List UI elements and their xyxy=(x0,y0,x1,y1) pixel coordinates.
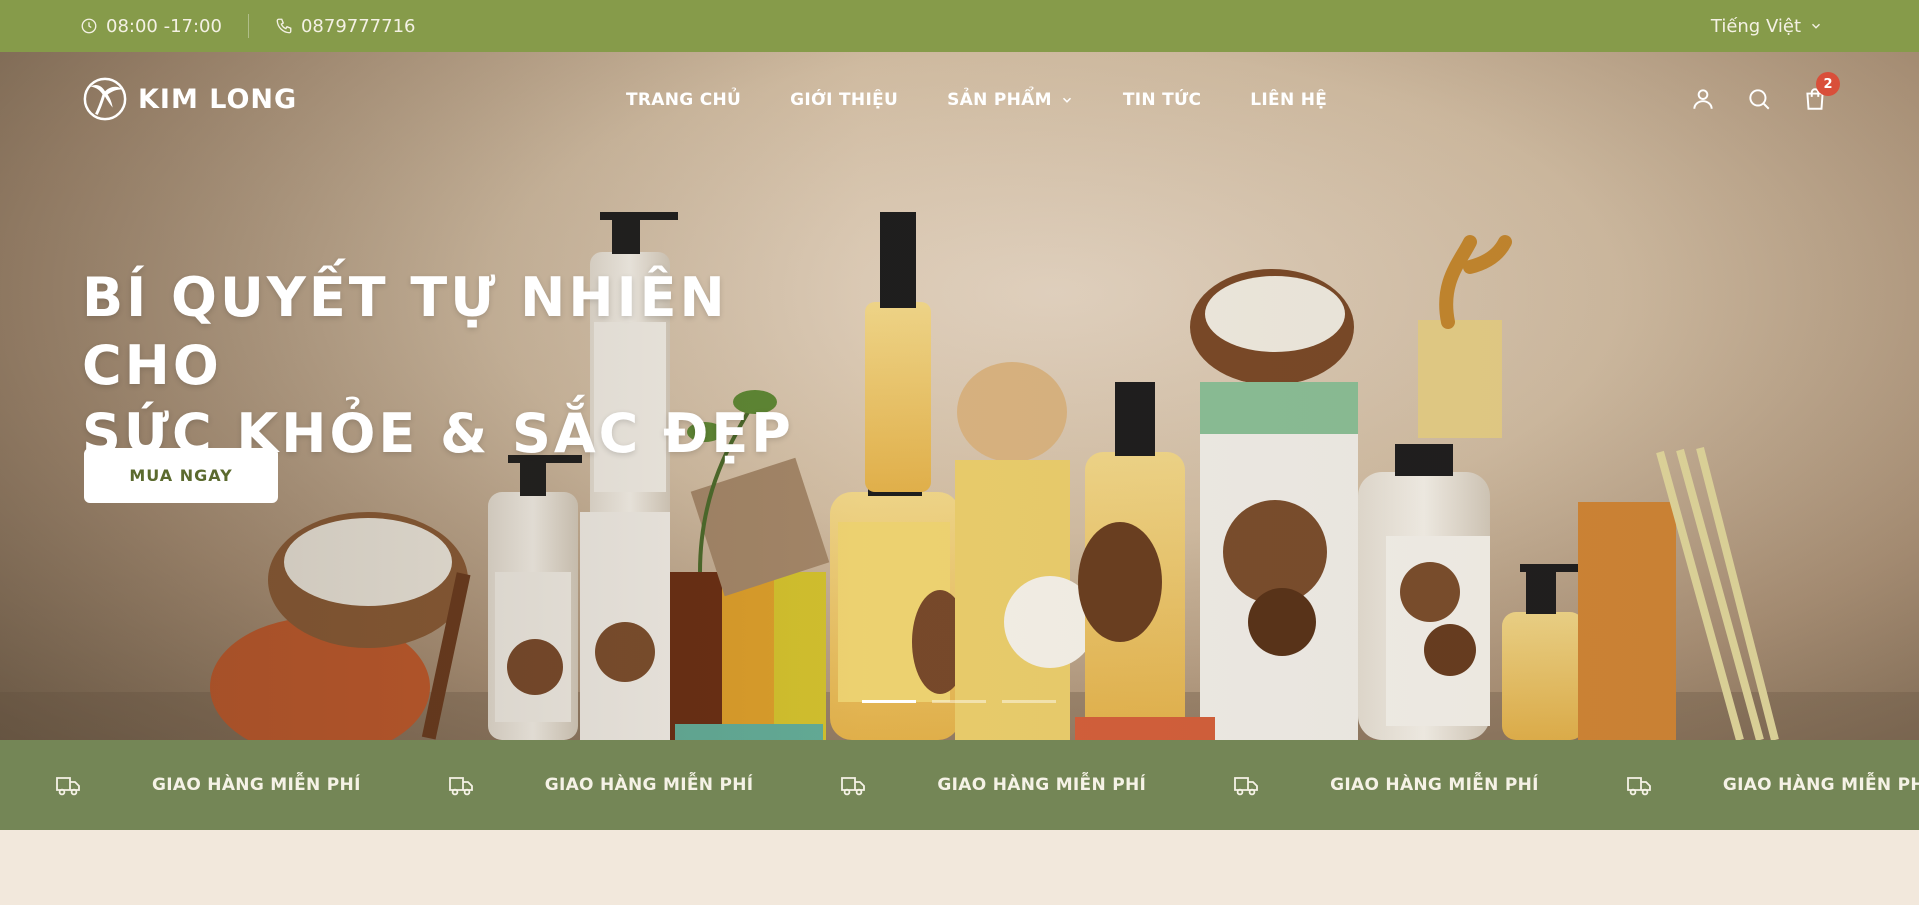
nav-contact[interactable]: LIÊN HỆ xyxy=(1250,90,1327,110)
hero-banner: KIM LONG TRANG CHỦ GIỚI THIỆU SẢN PHẨM T… xyxy=(0,52,1919,740)
truck-icon xyxy=(1234,777,1259,796)
brand-logo[interactable]: KIM LONG xyxy=(82,76,297,122)
marquee-item-label: GIAO HÀNG MIỄN PHÍ xyxy=(1722,775,1919,795)
nav-products-label: SẢN PHẨM xyxy=(947,90,1052,110)
truck-icon xyxy=(56,777,80,796)
marquee-item: GIAO HÀNG MIỄN PHÍ xyxy=(1625,771,1919,799)
search-icon xyxy=(1749,89,1770,110)
marquee-item-label: GIAO HÀNG MIỄN PHÍ xyxy=(937,775,1147,795)
slider-pagination xyxy=(862,700,1056,703)
truck-icon xyxy=(1626,777,1651,796)
clock-icon xyxy=(81,18,97,34)
nav-contact-label: LIÊN HỆ xyxy=(1250,90,1328,110)
nav-about-label: GIỚI THIỆU xyxy=(790,90,899,110)
nav-home[interactable]: TRANG CHỦ xyxy=(626,90,741,110)
top-bar: 08:00 -17:00 0879777716 Tiếng Việt xyxy=(0,0,1919,52)
slide-dot[interactable] xyxy=(862,700,916,703)
free-shipping-marquee: GIAO HÀNG MIỄN PHÍ GIAO HÀNG MIỄN PHÍ GI… xyxy=(0,740,1919,830)
top-bar-info: 08:00 -17:00 0879777716 xyxy=(80,0,416,52)
cart-button[interactable]: 2 xyxy=(1802,72,1840,112)
slide-dot[interactable] xyxy=(1002,700,1056,703)
nav-about[interactable]: GIỚI THIỆU xyxy=(790,90,898,110)
marquee-item: GIAO HÀNG MIỄN PHÍ xyxy=(1232,771,1539,799)
business-hours: 08:00 -17:00 xyxy=(80,16,222,37)
chevron-down-icon xyxy=(1062,97,1071,103)
divider xyxy=(247,14,249,38)
nav-news[interactable]: TIN TỨC xyxy=(1123,90,1201,110)
main-menu: TRANG CHỦ GIỚI THIỆU SẢN PHẨM TIN TỨC LI… xyxy=(626,52,1327,148)
user-icon xyxy=(1693,89,1713,109)
marquee-item-label: GIAO HÀNG MIỄN PHÍ xyxy=(1330,775,1539,795)
cart-count-badge: 2 xyxy=(1816,72,1840,96)
hours-text: 08:00 -17:00 xyxy=(106,15,222,37)
chevron-down-icon xyxy=(1812,23,1820,29)
marquee-item: GIAO HÀNG MIỄN PHÍ xyxy=(839,771,1146,799)
marquee-item: GIAO HÀNG MIỄN PHÍ xyxy=(447,771,754,799)
marquee-item-label: GIAO HÀNG MIỄN PHÍ xyxy=(544,775,754,795)
header-actions: 2 xyxy=(1690,72,1840,112)
main-header: KIM LONG TRANG CHỦ GIỚI THIỆU SẢN PHẨM T… xyxy=(0,52,1919,148)
search-button[interactable] xyxy=(1746,86,1772,112)
nav-home-label: TRANG CHỦ xyxy=(626,90,742,110)
nav-products[interactable]: SẢN PHẨM xyxy=(947,90,1074,110)
nav-news-label: TIN TỨC xyxy=(1122,90,1202,110)
marquee-track: GIAO HÀNG MIỄN PHÍ GIAO HÀNG MIỄN PHÍ GI… xyxy=(54,740,1919,830)
hero-title-line-1: BÍ QUYẾT TỰ NHIÊN CHO xyxy=(82,266,728,397)
phone-text[interactable]: 0879777716 xyxy=(301,16,416,37)
phone-contact[interactable]: 0879777716 xyxy=(275,16,416,37)
slide-dot[interactable] xyxy=(932,700,986,703)
hero-title: BÍ QUYẾT TỰ NHIÊN CHO SỨC KHỎE & SẮC ĐẸP xyxy=(82,264,862,468)
account-button[interactable] xyxy=(1690,86,1716,112)
marquee-item-label: GIAO HÀNG MIỄN PHÍ xyxy=(152,775,361,795)
shop-now-button[interactable]: MUA NGAY xyxy=(84,448,278,503)
marquee-item: GIAO HÀNG MIỄN PHÍ xyxy=(54,771,361,799)
truck-icon xyxy=(841,777,866,796)
language-label: Tiếng Việt xyxy=(1710,15,1801,37)
coconut-tree-logo-icon xyxy=(83,77,127,121)
truck-icon xyxy=(448,777,473,796)
language-selector[interactable]: Tiếng Việt xyxy=(1711,0,1823,52)
page-content-area xyxy=(0,830,1919,905)
phone-icon xyxy=(276,18,292,34)
brand-name: KIM LONG xyxy=(138,83,298,115)
